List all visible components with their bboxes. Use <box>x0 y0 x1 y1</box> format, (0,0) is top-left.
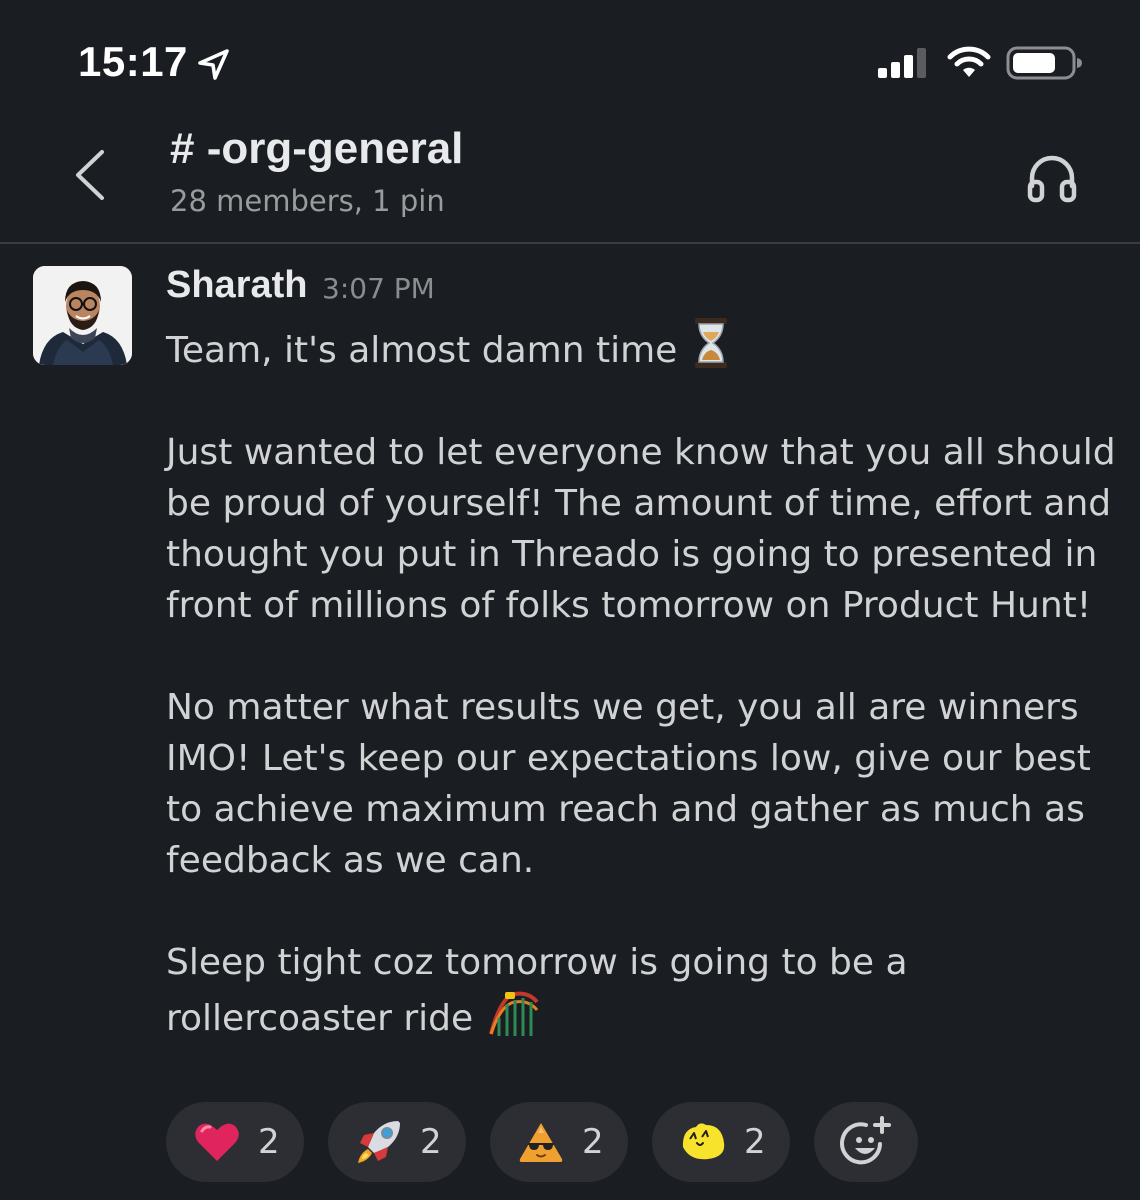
add-reaction-button[interactable] <box>814 1102 918 1182</box>
message-author[interactable]: Sharath <box>166 264 307 307</box>
reaction-heart[interactable]: 2 <box>166 1102 304 1182</box>
reaction-count: 2 <box>582 1122 604 1162</box>
hourglass-icon <box>695 318 728 368</box>
avatar[interactable] <box>33 266 132 365</box>
reaction-count: 2 <box>258 1122 280 1162</box>
message-paragraph-text: Team, it's almost damn time <box>166 330 678 371</box>
message-body: Team, it's almost damn time Just wanted … <box>166 316 1116 1044</box>
location-arrow-icon <box>198 49 229 80</box>
message-paragraph: Sleep tight coz tomorrow is going to be … <box>166 937 1116 1044</box>
channel-subtitle[interactable]: 28 members, 1 pin <box>170 184 445 218</box>
cellular-signal-icon <box>878 48 926 78</box>
reaction-yellow-blob[interactable]: 2 <box>652 1102 790 1182</box>
avatar-image <box>33 266 132 365</box>
channel-header: # -org-general 28 members, 1 pin <box>0 120 1140 244</box>
channel-title[interactable]: # -org-general <box>170 124 463 174</box>
rocket-icon <box>358 1121 400 1163</box>
chevron-left-icon[interactable] <box>68 146 112 204</box>
cool-triangle-icon <box>519 1123 563 1162</box>
reaction-cool-triangle[interactable]: 2 <box>490 1102 628 1182</box>
message-paragraph: No matter what results we get, you all a… <box>166 687 1091 881</box>
roller-coaster-icon <box>489 991 539 1036</box>
add-reaction-icon <box>840 1116 891 1165</box>
message-paragraph: Team, it's almost damn time <box>166 316 1116 376</box>
wifi-icon <box>947 46 991 77</box>
status-bar: 15:17 <box>0 0 1140 120</box>
red-heart-icon <box>195 1123 239 1161</box>
message-timestamp: 3:07 PM <box>322 272 435 305</box>
headphones-icon[interactable] <box>1024 150 1080 206</box>
reaction-rocket[interactable]: 2 <box>328 1102 466 1182</box>
message: Sharath 3:07 PM Team, it's almost damn t… <box>0 244 1140 1200</box>
message-paragraph: Just wanted to let everyone know that yo… <box>166 432 1116 626</box>
status-time: 15:17 <box>78 38 188 85</box>
yellow-blob-icon <box>682 1123 725 1160</box>
reaction-count: 2 <box>744 1122 766 1162</box>
reaction-count: 2 <box>420 1122 442 1162</box>
battery-icon <box>1006 46 1082 80</box>
reactions-bar: 2 2 2 2 <box>166 1102 918 1182</box>
